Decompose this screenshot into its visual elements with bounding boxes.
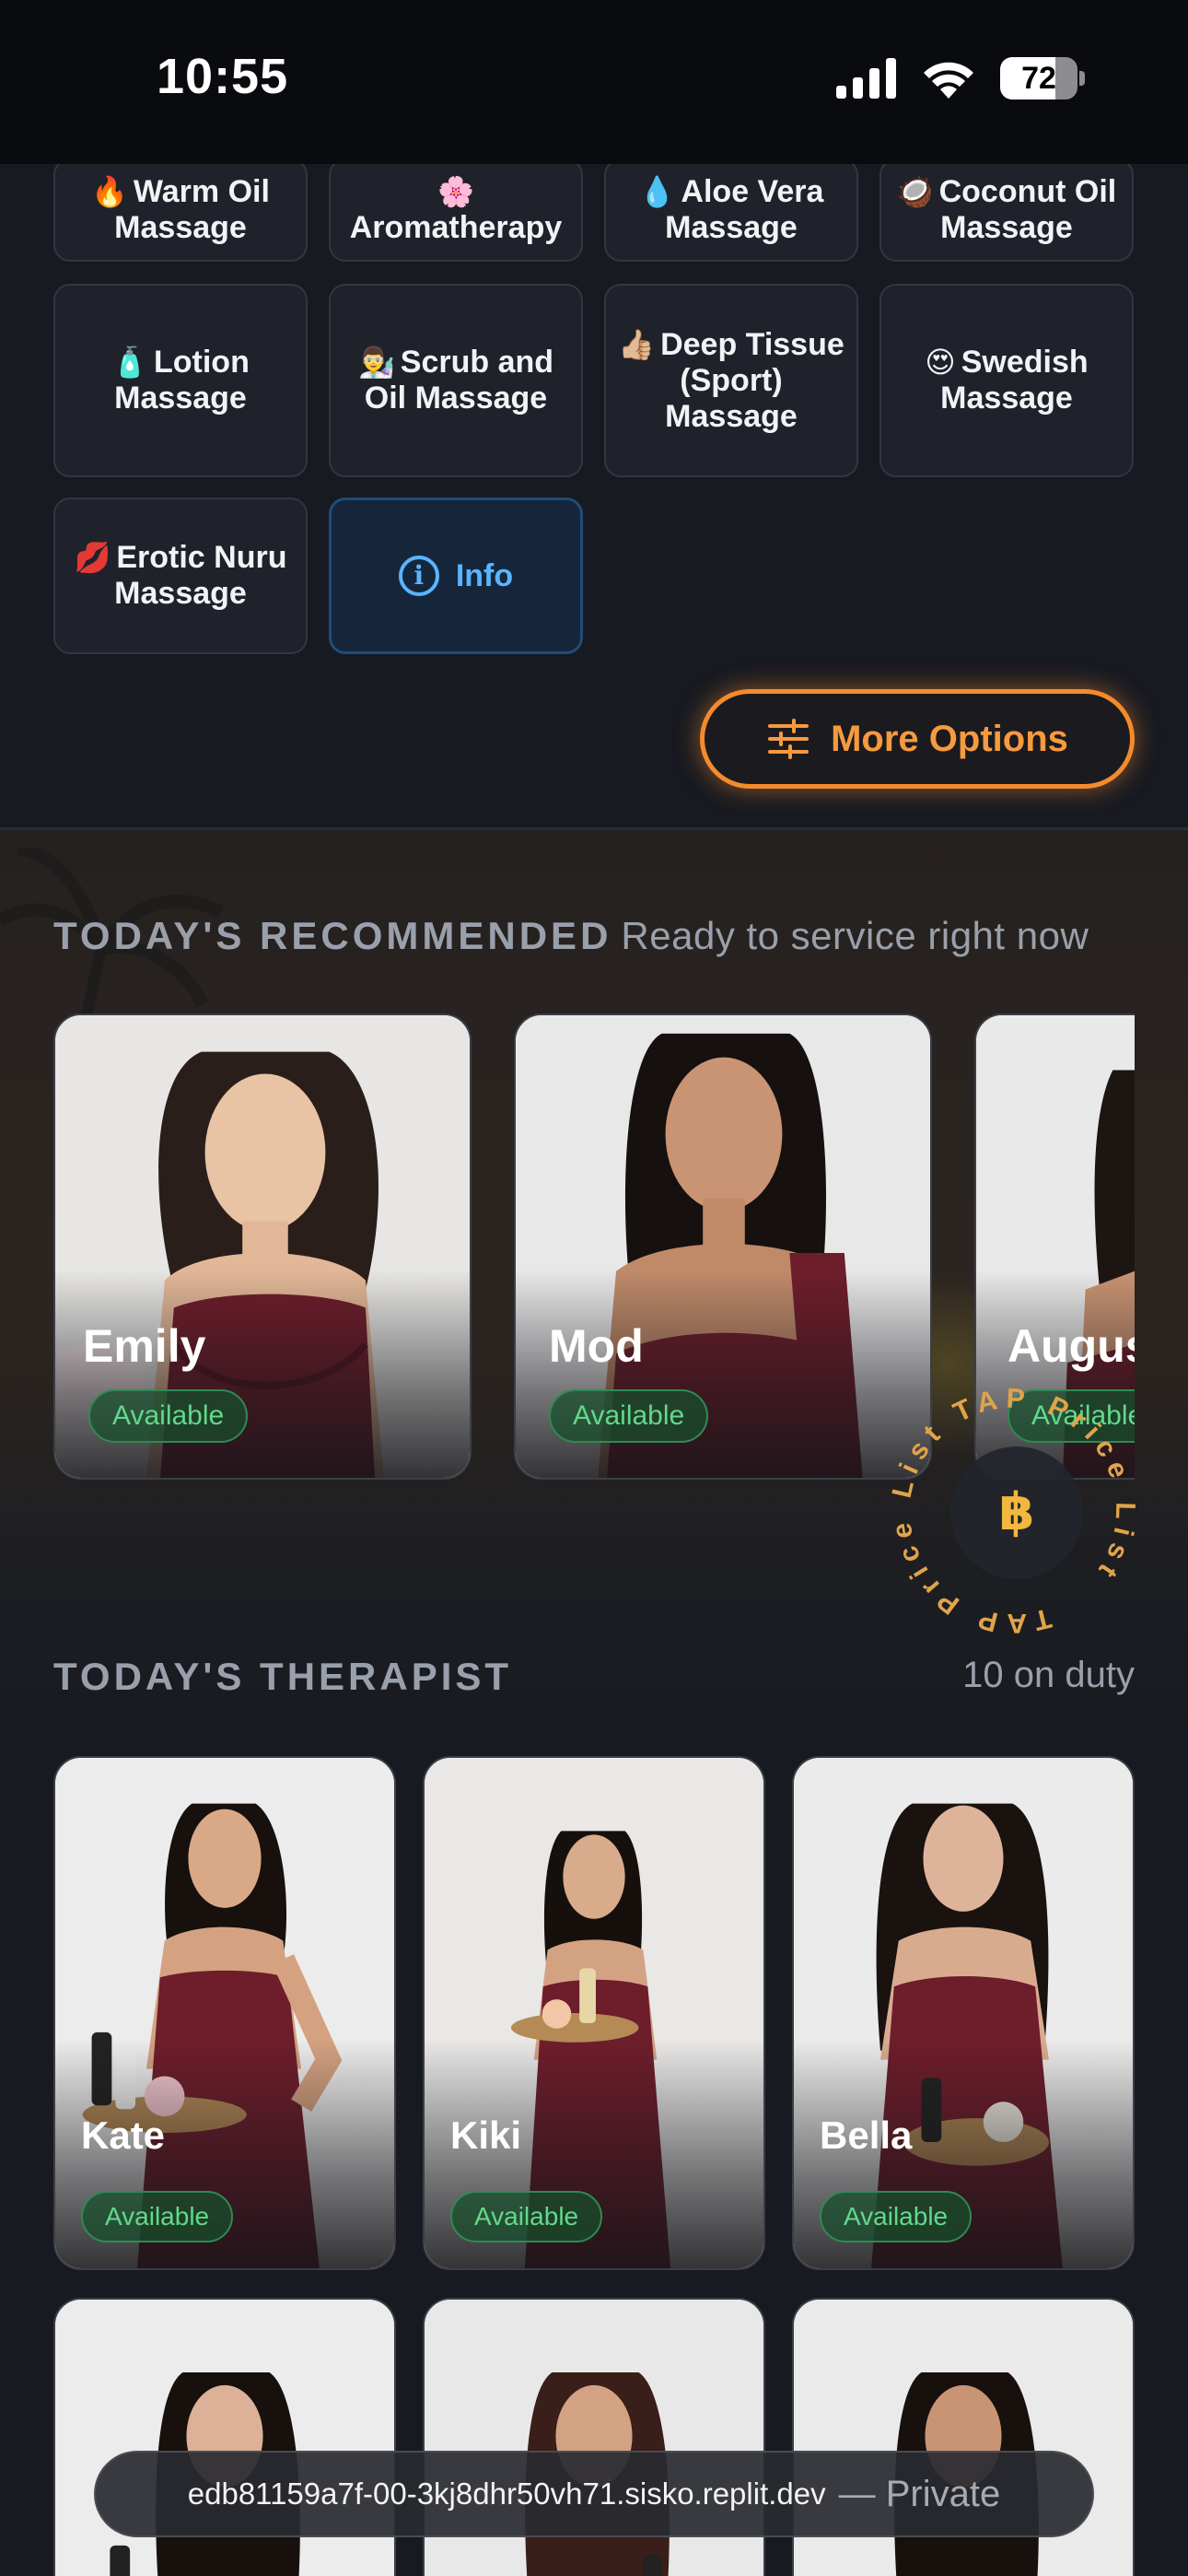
recommended-card-mod[interactable]: Mod Available	[514, 1013, 932, 1480]
service-coconut-oil-massage[interactable]: 🥥 Coconut Oil Massage	[879, 158, 1134, 262]
service-label: Aromatherapy	[349, 210, 563, 245]
status-badge: Available	[81, 2191, 234, 2242]
service-erotic-nuru-massage[interactable]: 💋 Erotic Nuru Massage	[53, 498, 308, 654]
coconut-icon: 🥥	[896, 175, 934, 208]
therapist-name: Mod	[549, 1320, 644, 1372]
price-list-ring: TAP Price List TAP Price List ฿	[850, 1347, 1176, 1674]
battery-level: 72	[1021, 61, 1056, 96]
service-aromatherapy[interactable]: 🌸 Aromatherapy	[329, 158, 583, 262]
service-deep-tissue-massage[interactable]: 👍🏼 Deep Tissue (Sport) Massage	[604, 284, 858, 477]
recommended-heading: TODAY'S RECOMMENDED Ready to service righ…	[53, 914, 1089, 958]
lotion-bottle-icon: 🧴	[111, 345, 148, 379]
status-icons: 72	[836, 57, 1085, 100]
battery-icon: 72	[1000, 57, 1085, 100]
fire-icon: 🔥	[91, 175, 128, 208]
lips-icon: 💋	[74, 541, 111, 574]
info-icon: i	[398, 556, 439, 596]
service-scrub-and-oil-massage[interactable]: 👨‍🔬 Scrub and Oil Massage	[329, 284, 583, 477]
recommended-title: TODAY'S RECOMMENDED	[53, 914, 612, 957]
browser-url-bar[interactable]: edb81159a7f-00-3kj8dhr50vh71.sisko.repli…	[94, 2451, 1094, 2537]
heart-eyes-icon: 😍	[925, 345, 956, 379]
recommended-subtitle: Ready to service right now	[621, 914, 1089, 957]
status-badge: Available	[820, 2191, 973, 2242]
therapist-heading: TODAY'S THERAPIST	[53, 1655, 513, 1698]
therapist-name: Emily	[83, 1320, 206, 1372]
private-label: — Private	[838, 2473, 1001, 2514]
therapist-card-bella[interactable]: Bella Available	[792, 1756, 1135, 2270]
price-list-badge[interactable]: TAP Price List TAP Price List ฿	[850, 1347, 1176, 1674]
cellular-signal-icon	[836, 58, 896, 99]
therapist-name: Bella	[820, 2113, 913, 2157]
sliders-icon	[768, 719, 809, 759]
wifi-icon	[924, 62, 973, 99]
therapist-name: August	[1007, 1320, 1135, 1372]
status-bar: 10:55 72	[0, 0, 1188, 164]
therapist-card-kiki[interactable]: Kiki Available	[423, 1756, 765, 2270]
droplet-icon: 💧	[638, 175, 676, 208]
therapist-name: Kate	[81, 2113, 166, 2157]
service-label: Swedish Massage	[940, 345, 1089, 416]
thumbs-up-icon: 👍🏼	[618, 327, 656, 361]
more-options-button[interactable]: More Options	[700, 689, 1135, 789]
therapist-name: Kiki	[450, 2113, 522, 2157]
therapist-card-kate[interactable]: Kate Available	[53, 1756, 396, 2270]
more-options-label: More Options	[831, 718, 1068, 759]
status-badge: Available	[450, 2191, 603, 2242]
service-lotion-massage[interactable]: 🧴 Lotion Massage	[53, 284, 308, 477]
service-label: Aloe Vera Massage	[665, 174, 824, 245]
status-time: 10:55	[157, 49, 289, 104]
service-label: Erotic Nuru Massage	[114, 540, 287, 611]
status-badge: Available	[549, 1389, 709, 1443]
info-button[interactable]: i Info	[329, 498, 583, 654]
service-label: Warm Oil Massage	[114, 174, 270, 245]
on-duty-count: 10 on duty	[962, 1655, 1135, 1695]
service-label: Coconut Oil Massage	[938, 174, 1117, 245]
flower-icon: 🌸	[437, 175, 474, 208]
status-badge: Available	[88, 1389, 249, 1443]
service-swedish-massage[interactable]: 😍 Swedish Massage	[879, 284, 1134, 477]
info-label: Info	[455, 557, 514, 593]
service-aloe-vera-massage[interactable]: 💧 Aloe Vera Massage	[604, 158, 858, 262]
service-warm-oil-massage[interactable]: 🔥 Warm Oil Massage	[53, 158, 308, 262]
scientist-icon: 👨‍🔬	[357, 345, 395, 379]
recommended-card-emily[interactable]: Emily Available	[53, 1013, 472, 1480]
service-label: Deep Tissue (Sport) Massage	[660, 326, 844, 434]
baht-icon: ฿	[999, 1482, 1035, 1542]
url-text: edb81159a7f-00-3kj8dhr50vh71.sisko.repli…	[187, 2476, 826, 2511]
